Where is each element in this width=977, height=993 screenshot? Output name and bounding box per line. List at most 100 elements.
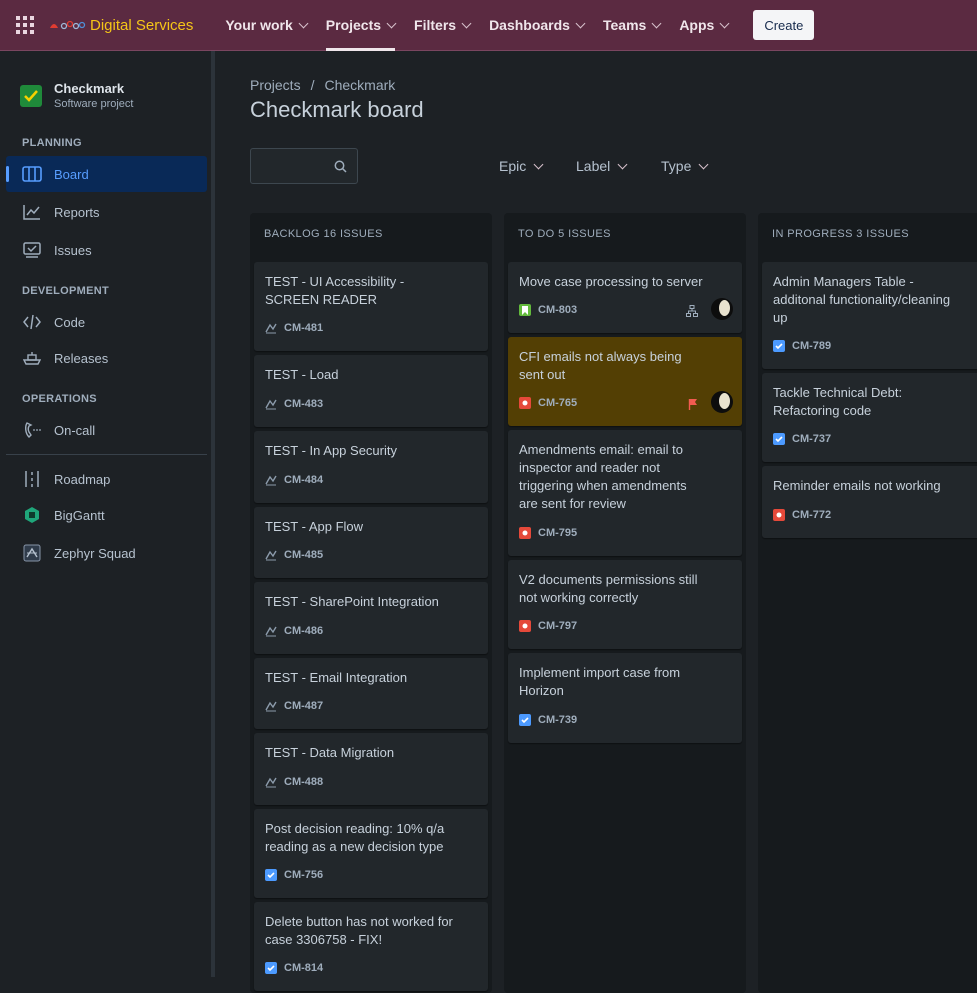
issue-key: CM-765 [538, 397, 578, 409]
issue-key: CM-484 [284, 474, 324, 486]
nav-teams[interactable]: Teams [595, 0, 668, 51]
issue-card-flagged[interactable]: CFI emails not always being sent out CM-… [508, 337, 742, 426]
issue-key: CM-814 [284, 962, 324, 974]
card-title: Implement import case from Horizon [519, 665, 681, 698]
issue-card[interactable]: Tackle Technical Debt: Refactoring code … [762, 373, 977, 462]
issue-key: CM-772 [792, 509, 832, 521]
nav-projects[interactable]: Projects [318, 0, 403, 51]
task-checkbox-icon [265, 962, 277, 974]
nav-dashboards[interactable]: Dashboards [481, 0, 592, 51]
card-title: V2 documents permissions still not worki… [519, 572, 698, 605]
task-checkbox-icon [773, 433, 785, 445]
app-switcher-icon[interactable] [12, 12, 38, 38]
nav-filters[interactable]: Filters [406, 0, 478, 51]
column-header: TO DO 5 ISSUES [518, 228, 611, 240]
chevron-down-icon [298, 18, 309, 28]
sidebar-item-board[interactable]: Board [6, 156, 207, 192]
story-icon [519, 304, 531, 316]
chevron-down-icon [461, 18, 472, 28]
nav-your-work[interactable]: Your work [217, 0, 314, 51]
column-backlog: BACKLOG 16 ISSUES TEST - UI Accessibilit… [250, 213, 492, 993]
project-header[interactable]: Checkmark Software project [20, 81, 133, 110]
type-filter[interactable]: Type [661, 158, 709, 174]
sidebar-item-zephyr[interactable]: Zephyr Squad [6, 535, 207, 571]
card-title: TEST - Load [265, 367, 339, 382]
project-name: Checkmark [54, 81, 125, 96]
chart-line-icon [22, 202, 42, 222]
test-icon [265, 776, 277, 788]
test-icon [265, 700, 277, 712]
issue-card[interactable]: Delete button has not worked for case 33… [254, 902, 488, 991]
bug-icon [773, 509, 785, 521]
issue-card[interactable]: TEST - Load CM-483 [254, 355, 488, 427]
issue-key: CM-488 [284, 776, 324, 788]
board-main: Projects / Checkmark Checkmark board Epi… [215, 51, 977, 993]
assignee-avatar[interactable] [711, 391, 733, 413]
board-search-input[interactable] [250, 148, 358, 184]
issue-card[interactable]: Move case processing to server CM-803 [508, 262, 742, 333]
sidebar-item-roadmap[interactable]: Roadmap [6, 461, 207, 497]
column-header: BACKLOG 16 ISSUES [264, 228, 383, 240]
issue-key: CM-737 [792, 433, 832, 445]
task-checkbox-icon [265, 869, 277, 881]
issue-key: CM-483 [284, 398, 324, 410]
issue-key: CM-797 [538, 620, 578, 632]
card-title: Post decision reading: 10% q/a reading a… [265, 821, 445, 854]
brand-logo-link[interactable]: Digital Services [48, 17, 193, 34]
issue-card[interactable]: TEST - SharePoint Integration CM-486 [254, 582, 488, 654]
issue-card[interactable]: Post decision reading: 10% q/a reading a… [254, 809, 488, 898]
section-planning: PLANNING [22, 137, 82, 149]
breadcrumb-separator: / [310, 77, 315, 93]
test-icon [265, 322, 277, 334]
epic-filter[interactable]: Epic [499, 158, 544, 174]
card-title: CFI emails not always being sent out [519, 349, 682, 382]
breadcrumb-projects[interactable]: Projects [250, 77, 301, 93]
issue-card[interactable]: TEST - In App Security CM-484 [254, 431, 488, 503]
bug-icon [519, 527, 531, 539]
issue-key: CM-795 [538, 527, 578, 539]
issue-card[interactable]: TEST - Data Migration CM-488 [254, 733, 488, 805]
issue-card[interactable]: Amendments email: email to inspector and… [508, 430, 742, 556]
breadcrumb-project[interactable]: Checkmark [324, 77, 395, 93]
card-title: TEST - Data Migration [265, 745, 395, 760]
issue-key: CM-803 [538, 304, 578, 316]
project-type: Software project [54, 98, 134, 110]
biggantt-icon [22, 505, 42, 525]
issue-key: CM-487 [284, 700, 324, 712]
card-title: Reminder emails not working [773, 478, 941, 493]
issue-key: CM-486 [284, 625, 324, 637]
issue-card[interactable]: Reminder emails not working CM-772 [762, 466, 977, 538]
issue-card[interactable]: TEST - Email Integration CM-487 [254, 658, 488, 729]
sidebar-item-reports[interactable]: Reports [6, 194, 207, 230]
bug-icon [519, 620, 531, 632]
task-checkbox-icon [773, 340, 785, 352]
section-operations: OPERATIONS [22, 393, 97, 405]
sidebar-item-releases[interactable]: Releases [6, 340, 207, 376]
issue-card[interactable]: Implement import case from Horizon CM-73… [508, 653, 742, 743]
ship-icon [22, 348, 42, 368]
card-title: TEST - In App Security [265, 443, 397, 458]
label-filter[interactable]: Label [576, 158, 628, 174]
assignee-avatar[interactable] [711, 298, 733, 320]
issue-card[interactable]: TEST - App Flow CM-485 [254, 507, 488, 578]
test-icon [265, 625, 277, 637]
sidebar-item-oncall[interactable]: On-call [6, 412, 207, 448]
create-button[interactable]: Create [753, 10, 815, 40]
issue-card[interactable]: Admin Managers Table - additonal functio… [762, 262, 977, 369]
chevron-down-icon [575, 18, 586, 28]
sidebar-item-code[interactable]: Code [6, 304, 207, 340]
card-title: TEST - SharePoint Integration [265, 594, 439, 609]
sidebar-item-issues[interactable]: Issues [6, 232, 207, 268]
sidebar-item-biggantt[interactable]: BigGantt [6, 497, 207, 533]
chevron-down-icon [698, 159, 709, 169]
chevron-down-icon [617, 159, 628, 169]
issue-key: CM-739 [538, 714, 578, 726]
roadmap-icon [22, 469, 42, 489]
card-title: TEST - App Flow [265, 519, 364, 534]
phone-icon [22, 420, 42, 440]
issue-card[interactable]: V2 documents permissions still not worki… [508, 560, 742, 649]
issue-card[interactable]: TEST - UI Accessibility - SCREEN READER … [254, 262, 488, 351]
code-icon [22, 312, 42, 332]
brand-logo-icon [48, 18, 88, 32]
nav-apps[interactable]: Apps [671, 0, 736, 51]
